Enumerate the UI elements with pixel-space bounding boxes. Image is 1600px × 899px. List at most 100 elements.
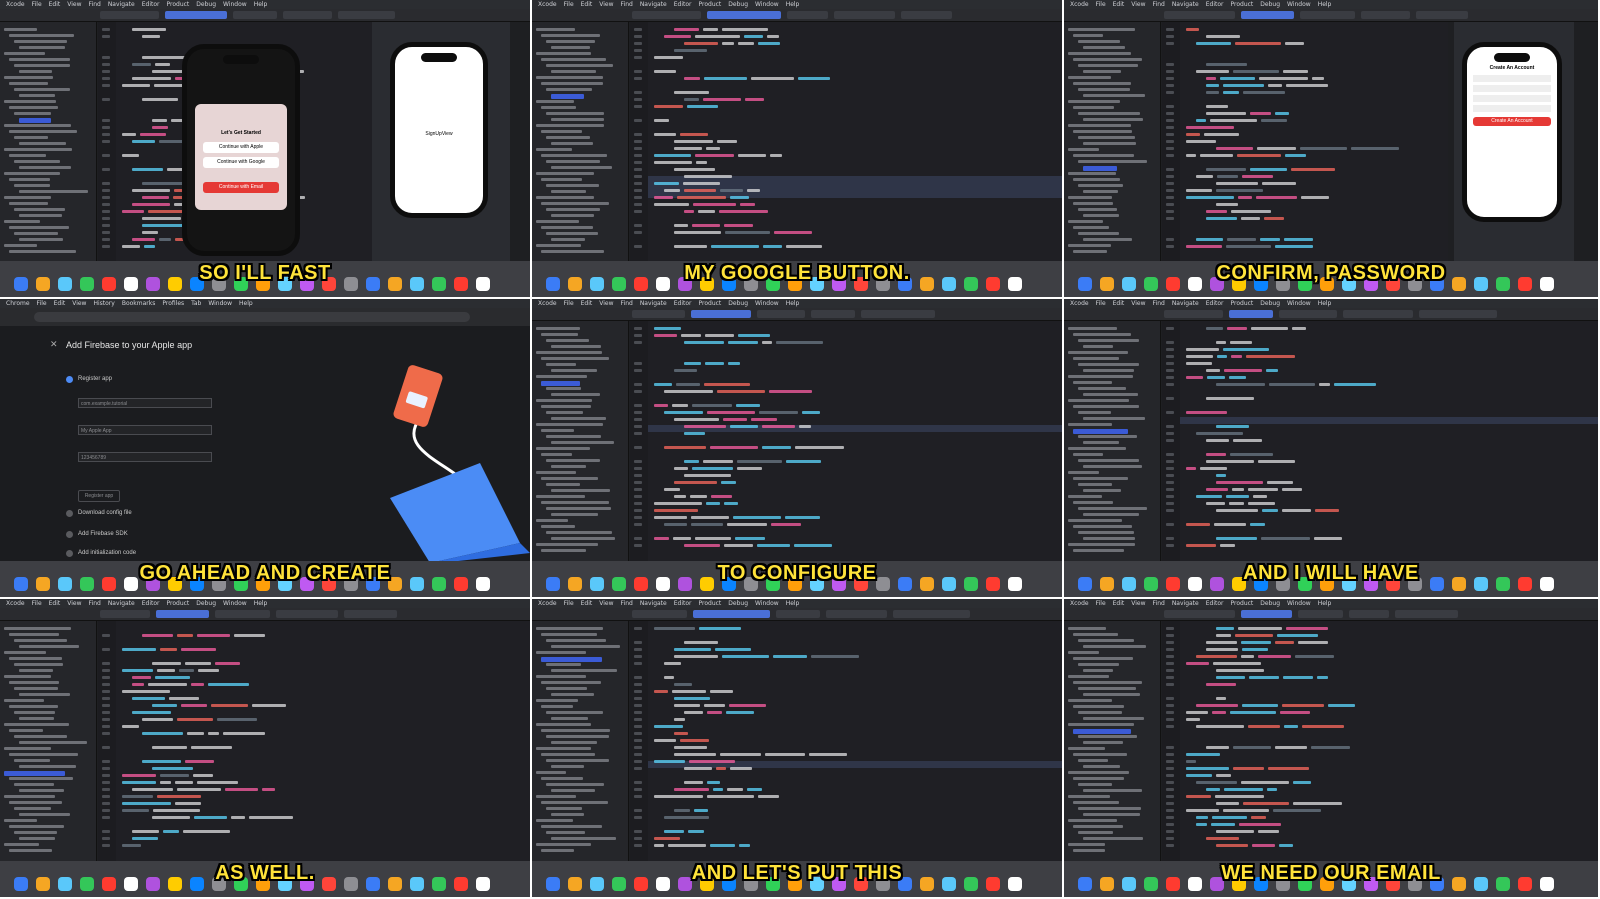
menu-item[interactable]: Xcode [6, 600, 25, 607]
navigator-row[interactable] [541, 357, 609, 360]
navigator-row[interactable] [1068, 699, 1112, 702]
navigator-row[interactable] [536, 76, 603, 79]
navigator-row[interactable] [1083, 94, 1145, 97]
navigator-row[interactable] [1078, 435, 1137, 438]
menu-item[interactable]: File [564, 300, 574, 307]
menu-item[interactable]: Debug [196, 600, 216, 607]
navigator-row[interactable] [1068, 375, 1133, 378]
navigator-row[interactable] [546, 483, 580, 486]
editor-tab[interactable] [1300, 11, 1355, 19]
navigator-row[interactable] [1083, 369, 1134, 372]
frame-2[interactable]: Xcode File Edit View Find Navigate Editor Produ… [532, 0, 1064, 299]
editor-tab[interactable] [283, 11, 332, 19]
project-navigator[interactable] [1064, 321, 1161, 561]
navigator-row[interactable] [1073, 849, 1105, 852]
navigator-row[interactable] [1083, 741, 1123, 744]
navigator-row[interactable] [536, 196, 594, 199]
menu-item[interactable]: Help [254, 600, 268, 607]
navigator-row[interactable] [536, 723, 591, 726]
menu-item[interactable]: Xcode [1070, 300, 1089, 307]
menu-item[interactable]: File [1096, 300, 1106, 307]
navigator-row[interactable] [9, 82, 48, 85]
navigator-row[interactable] [4, 172, 60, 175]
menu-item[interactable]: View [72, 300, 86, 307]
navigator-row[interactable] [14, 759, 50, 762]
menu-item[interactable]: Xcode [6, 1, 25, 8]
editor-tab[interactable] [632, 610, 687, 618]
navigator-row[interactable] [1083, 417, 1145, 420]
menu-item[interactable]: Product [699, 1, 722, 8]
menu-item[interactable]: Debug [728, 600, 748, 607]
editor-tab[interactable] [276, 610, 338, 618]
apple-signin-button[interactable]: Continue with Apple [203, 142, 279, 153]
navigator-row[interactable] [546, 160, 600, 163]
navigator-row[interactable] [19, 70, 52, 73]
menu-item[interactable]: Product [699, 600, 722, 607]
editor-tab[interactable] [826, 610, 887, 618]
navigator-row[interactable] [1068, 244, 1111, 247]
code-editor[interactable] [630, 22, 1062, 261]
navigator-row[interactable] [14, 807, 51, 810]
menu-item[interactable]: Navigate [640, 600, 667, 607]
navigator-row[interactable] [1073, 58, 1142, 61]
navigator-row[interactable] [546, 663, 581, 666]
navigator-row[interactable] [1068, 843, 1105, 846]
navigator-row[interactable] [1078, 783, 1112, 786]
navigator-row[interactable] [1073, 501, 1113, 504]
navigator-row[interactable] [1073, 453, 1103, 456]
navigator-row[interactable] [546, 208, 600, 211]
menu-item[interactable]: Find [89, 1, 101, 8]
menu-item[interactable]: Debug [728, 1, 748, 8]
navigator-row[interactable] [536, 375, 587, 378]
navigator-row[interactable] [1068, 76, 1111, 79]
frame-6[interactable]: Xcode File Edit View Find Navigate Editor Produ… [1064, 299, 1600, 599]
navigator-row[interactable] [4, 723, 69, 726]
navigator-row[interactable] [1078, 831, 1113, 834]
menu-item[interactable]: Chrome [6, 300, 30, 307]
name-field[interactable] [1473, 75, 1551, 82]
menu-item[interactable]: File [37, 300, 47, 307]
menu-item[interactable]: Find [1153, 1, 1165, 8]
navigator-row[interactable] [9, 106, 58, 109]
navigator-row[interactable] [1078, 88, 1130, 91]
menu-item[interactable]: Editor [674, 300, 692, 307]
navigator-row[interactable] [14, 687, 58, 690]
navigator-row[interactable] [541, 453, 572, 456]
project-navigator[interactable] [0, 22, 97, 261]
navigator-row[interactable] [1083, 489, 1121, 492]
navigator-row[interactable] [536, 819, 573, 822]
navigator-row[interactable] [9, 58, 70, 61]
navigator-row[interactable] [1068, 423, 1112, 426]
navigator-row[interactable] [536, 148, 572, 151]
menu-item[interactable]: Find [1153, 300, 1165, 307]
navigator-row[interactable] [4, 819, 37, 822]
navigator-row[interactable] [1083, 537, 1135, 540]
menu-item[interactable]: Edit [1113, 1, 1125, 8]
navigator-row[interactable] [536, 495, 585, 498]
editor-tab[interactable] [632, 310, 685, 318]
navigator-row[interactable] [14, 735, 67, 738]
navigator-row[interactable] [1078, 184, 1123, 187]
navigator-row[interactable] [536, 543, 598, 546]
editor-tab[interactable] [1349, 610, 1389, 618]
navigator-row[interactable] [1078, 483, 1112, 486]
navigator-row[interactable] [1078, 40, 1120, 43]
navigator-row[interactable] [4, 651, 46, 654]
navigator-row[interactable] [1073, 130, 1132, 133]
navigator-row[interactable] [1083, 166, 1117, 171]
navigator-row[interactable] [536, 28, 575, 31]
navigator-row[interactable] [536, 124, 604, 127]
navigator-row[interactable] [1078, 711, 1122, 714]
project-navigator[interactable] [1064, 22, 1161, 261]
navigator-row[interactable] [1068, 28, 1135, 31]
navigator-row[interactable] [546, 232, 598, 235]
menu-item[interactable]: Help [1318, 300, 1332, 307]
navigator-row[interactable] [1078, 339, 1139, 342]
navigator-row[interactable] [546, 435, 601, 438]
navigator-row[interactable] [546, 112, 604, 115]
navigator-row[interactable] [551, 166, 612, 169]
navigator-row[interactable] [1078, 807, 1141, 810]
navigator-row[interactable] [536, 651, 586, 654]
navigator-row[interactable] [546, 639, 606, 642]
navigator-row[interactable] [546, 507, 611, 510]
